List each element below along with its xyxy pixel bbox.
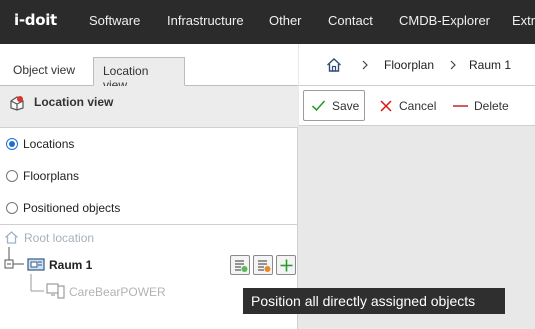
tooltip-text: Position all directly assigned objects xyxy=(251,293,476,309)
panel-title: Location view xyxy=(34,95,114,109)
delete-label: Delete xyxy=(474,98,509,113)
tree-item-carebearpower[interactable]: CareBearPOWER xyxy=(69,285,166,299)
delete-button[interactable]: Delete xyxy=(453,90,509,121)
nav-contact[interactable]: Contact xyxy=(328,13,373,28)
close-icon xyxy=(380,99,392,112)
radio-floorplans[interactable]: Floorplans xyxy=(6,166,79,186)
cancel-button[interactable]: Cancel xyxy=(379,90,436,121)
radio-locations[interactable]: Locations xyxy=(6,134,74,154)
chevron-right-icon xyxy=(362,60,368,70)
breadcrumb-floorplan[interactable]: Floorplan xyxy=(384,58,434,72)
list-remove-icon xyxy=(258,260,271,272)
radio-label-locations: Locations xyxy=(23,137,75,151)
view-tabs: Object view Location view xyxy=(0,44,298,92)
cancel-label: Cancel xyxy=(399,98,437,113)
chevron-right-icon xyxy=(450,60,456,70)
radio-label-positioned-objects: Positioned objects xyxy=(23,201,121,215)
list-add-icon xyxy=(235,260,248,272)
nav-extras[interactable]: Extra xyxy=(512,13,535,28)
position-objects-button[interactable] xyxy=(230,255,250,275)
nav-infrastructure[interactable]: Infrastructure xyxy=(167,13,244,28)
room-icon[interactable] xyxy=(27,257,45,273)
tree-root-location[interactable]: Root location xyxy=(24,231,94,245)
i-doit-logo[interactable]: i-doit xyxy=(14,11,57,29)
tooltip: Position all directly assigned objects xyxy=(243,288,505,314)
panel-header: Location view xyxy=(0,86,298,128)
breadcrumb-raum-1[interactable]: Raum 1 xyxy=(469,58,511,72)
tree-connector-lines xyxy=(4,247,44,292)
top-navigation-bar: i-doit Software Infrastructure Other Con… xyxy=(0,0,535,44)
tab-location-view[interactable]: Location view xyxy=(93,57,185,92)
breadcrumb: Floorplan Raum 1 xyxy=(299,44,535,86)
checkmark-icon xyxy=(311,100,326,112)
logo-text: i-doit xyxy=(14,11,57,29)
home-icon[interactable] xyxy=(326,57,342,73)
divider xyxy=(0,224,298,225)
save-label: Save xyxy=(332,98,360,113)
radio-button-floorplans[interactable] xyxy=(6,170,18,182)
nav-software[interactable]: Software xyxy=(89,13,140,28)
radio-positioned-objects[interactable]: Positioned objects xyxy=(6,198,120,218)
toolbar: Save Cancel Delete xyxy=(299,86,535,126)
remove-positions-button[interactable] xyxy=(253,255,273,275)
nav-cmdb-explorer[interactable]: CMDB-Explorer xyxy=(399,13,490,28)
tab-object-view[interactable]: Object view xyxy=(4,57,84,86)
radio-button-locations[interactable] xyxy=(6,138,18,150)
plus-icon xyxy=(280,259,293,272)
home-icon xyxy=(5,231,18,244)
tab-object-view-label: Object view xyxy=(13,63,76,77)
radio-button-positioned-objects[interactable] xyxy=(6,202,18,214)
left-panel: Object view Location view Location view … xyxy=(0,44,298,329)
server-icon[interactable] xyxy=(46,283,66,299)
minus-icon xyxy=(453,104,468,107)
add-button[interactable] xyxy=(276,255,296,275)
save-button[interactable]: Save xyxy=(303,90,365,121)
tree-item-raum-1[interactable]: Raum 1 xyxy=(49,258,92,272)
location-view-icon xyxy=(10,96,24,111)
radio-label-floorplans: Floorplans xyxy=(23,169,80,183)
nav-other[interactable]: Other xyxy=(269,13,302,28)
